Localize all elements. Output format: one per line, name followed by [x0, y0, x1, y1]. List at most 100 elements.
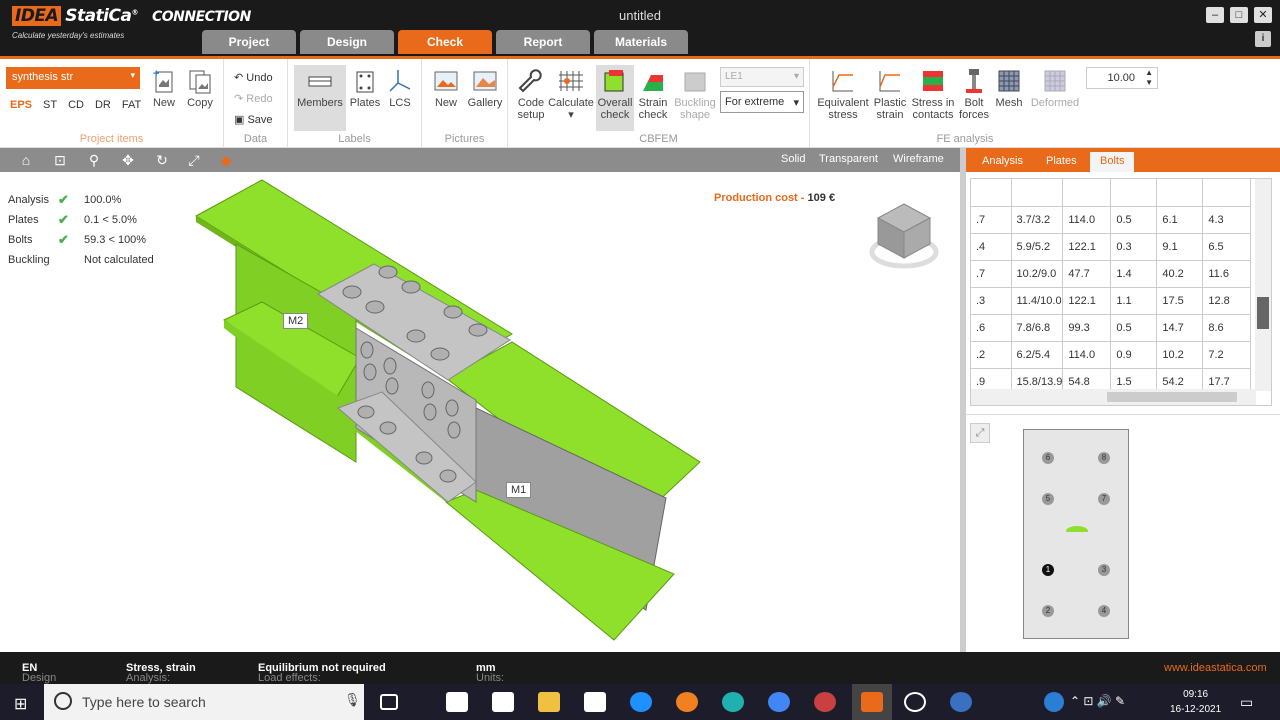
zoom-icon[interactable]: ⚲: [86, 152, 102, 168]
bolt-marker[interactable]: 8: [1098, 452, 1110, 464]
tab-materials[interactable]: Materials: [594, 30, 688, 54]
mode-cd[interactable]: CD: [68, 99, 84, 111]
help-icon[interactable]: [1044, 692, 1064, 712]
strain-check-button[interactable]: Strain check: [636, 67, 670, 121]
mode-st[interactable]: ST: [43, 99, 57, 111]
file-explorer-icon[interactable]: [538, 692, 560, 712]
plastic-strain-button[interactable]: Plastic strain: [872, 67, 908, 121]
buckling-shape-button[interactable]: Buckling shape: [672, 67, 718, 121]
expand-icon[interactable]: ⤢: [970, 423, 990, 443]
redo-button[interactable]: ↷ Redo: [234, 92, 273, 105]
tab-check[interactable]: Check: [398, 30, 492, 54]
view-cube-icon[interactable]: [864, 196, 944, 272]
window-title: untitled: [619, 8, 661, 23]
gallery-button[interactable]: Gallery: [466, 67, 504, 109]
lcs-label-button[interactable]: LCS: [384, 67, 416, 109]
project-item-select[interactable]: synthesis str: [6, 67, 140, 89]
tab-plates[interactable]: Plates: [1036, 152, 1087, 172]
bolt-forces-button[interactable]: Bolt forces: [958, 67, 990, 121]
calculate-dropdown-icon[interactable]: ▾: [568, 109, 574, 121]
taskbar-search[interactable]: Type here to search 🎙: [44, 684, 364, 720]
home-icon[interactable]: ⌂: [18, 152, 34, 168]
tray-icons[interactable]: ⌃ ⊡ 🔊 ✎: [1070, 694, 1125, 708]
mode-eps[interactable]: EPS: [10, 99, 32, 111]
new-picture-button[interactable]: New: [428, 67, 464, 109]
spinner-icon[interactable]: ▲ ▼: [1145, 68, 1153, 88]
system-clock[interactable]: 09:16 16-12-2021: [1170, 687, 1221, 717]
scroll-thumb[interactable]: [1257, 297, 1269, 329]
horizontal-scrollbar[interactable]: [971, 389, 1256, 405]
bolts-table[interactable]: .7 3.7/3.2 114.0 0.5 6.1 4.3 .4 5.9/5.2 122.1 0.…: [970, 178, 1272, 406]
bolt-marker[interactable]: 2: [1042, 605, 1054, 617]
notifications-icon[interactable]: ▭: [1240, 694, 1253, 711]
maximize-button[interactable]: □: [1230, 7, 1248, 23]
tab-bolts[interactable]: Bolts: [1090, 152, 1135, 172]
tab-design[interactable]: Design: [300, 30, 394, 54]
dropbox-icon[interactable]: [446, 692, 468, 712]
overall-check-button[interactable]: Overall check: [596, 65, 634, 131]
eraser-icon[interactable]: ◆: [218, 152, 234, 168]
vertical-scrollbar[interactable]: [1255, 179, 1271, 391]
website-link[interactable]: www.ideastatica.com: [1164, 662, 1267, 674]
idea-statica-taskbar-icon[interactable]: [852, 684, 892, 720]
task-view-icon[interactable]: [380, 694, 398, 710]
edge-icon[interactable]: [630, 692, 652, 712]
table-row[interactable]: .6 7.8/6.8 99.3 0.5 14.7 8.6: [971, 314, 1252, 342]
copy-item-button[interactable]: Copy: [184, 67, 216, 109]
members-label-button[interactable]: Members: [294, 65, 346, 131]
info-icon[interactable]: i: [1255, 31, 1271, 47]
mail-icon[interactable]: [584, 692, 606, 712]
table-row[interactable]: .2 6.2/5.4 114.0 0.9 10.2 7.2: [971, 341, 1252, 369]
store-icon[interactable]: [492, 692, 514, 712]
bolt-marker[interactable]: 6: [1042, 452, 1054, 464]
chrome-icon[interactable]: [768, 692, 790, 712]
deformation-scale-input[interactable]: 10.00 ▲ ▼: [1086, 67, 1158, 89]
table-row[interactable]: .7 3.7/3.2 114.0 0.5 6.1 4.3: [971, 206, 1252, 234]
members-icon: [308, 76, 332, 87]
member-label-m2[interactable]: M2: [283, 313, 309, 329]
tab-report[interactable]: Report: [496, 30, 590, 54]
minimize-button[interactable]: –: [1206, 7, 1224, 23]
view-solid[interactable]: Solid: [781, 153, 805, 165]
mesh-button[interactable]: Mesh: [992, 67, 1026, 109]
tab-analysis[interactable]: Analysis: [972, 152, 1033, 172]
plates-label-button[interactable]: Plates: [348, 67, 382, 109]
member-label-m1[interactable]: M1: [506, 482, 532, 498]
bolt-marker[interactable]: 4: [1098, 605, 1110, 617]
tab-project[interactable]: Project: [202, 30, 296, 54]
microphone-icon[interactable]: 🎙: [344, 692, 361, 708]
equivalent-stress-button[interactable]: Equivalent stress: [816, 67, 870, 121]
bolt-marker[interactable]: 5: [1042, 493, 1054, 505]
undo-button[interactable]: ↶ Undo: [234, 71, 273, 84]
close-button[interactable]: ✕: [1254, 7, 1272, 23]
rotate-icon[interactable]: ↻: [154, 152, 170, 168]
extreme-select[interactable]: For extreme ▾: [720, 91, 804, 113]
bolt-marker[interactable]: 3: [1098, 564, 1110, 576]
arduino-icon[interactable]: [722, 692, 744, 712]
fit-view-icon[interactable]: ⤢: [186, 152, 202, 168]
zoom-window-icon[interactable]: ⊡: [52, 152, 68, 168]
obs-icon[interactable]: [904, 692, 926, 712]
mode-dr[interactable]: DR: [95, 99, 111, 111]
deformed-button[interactable]: Deformed: [1028, 67, 1082, 109]
pan-icon[interactable]: ✥: [120, 152, 136, 168]
table-row[interactable]: .3 11.4/10.0 122.1 1.1 17.5 12.8: [971, 287, 1252, 315]
stress-contacts-button[interactable]: Stress in contacts: [910, 67, 956, 121]
save-button[interactable]: ▣ Save: [234, 113, 273, 126]
firefox-icon[interactable]: [676, 692, 698, 712]
view-wireframe[interactable]: Wireframe: [893, 153, 944, 165]
load-case-select[interactable]: LE1 ▾: [720, 67, 804, 87]
bolt-marker-selected[interactable]: 1: [1042, 564, 1054, 576]
mode-fat[interactable]: FAT: [122, 99, 141, 111]
bolt-marker[interactable]: 7: [1098, 493, 1110, 505]
calculate-button[interactable]: Calculate ▾: [548, 67, 594, 121]
new-item-button[interactable]: + New: [148, 67, 180, 109]
table-row[interactable]: .7 10.2/9.0 47.7 1.4 40.2 11.6: [971, 260, 1252, 288]
view-transparent[interactable]: Transparent: [819, 153, 878, 165]
browser-icon[interactable]: [950, 692, 972, 712]
code-setup-button[interactable]: Code setup: [514, 67, 548, 121]
scroll-thumb[interactable]: [1107, 392, 1237, 402]
windows-start-icon[interactable]: ⊞: [14, 694, 27, 714]
app-icon[interactable]: [814, 692, 836, 712]
table-row[interactable]: .4 5.9/5.2 122.1 0.3 9.1 6.5: [971, 233, 1252, 261]
